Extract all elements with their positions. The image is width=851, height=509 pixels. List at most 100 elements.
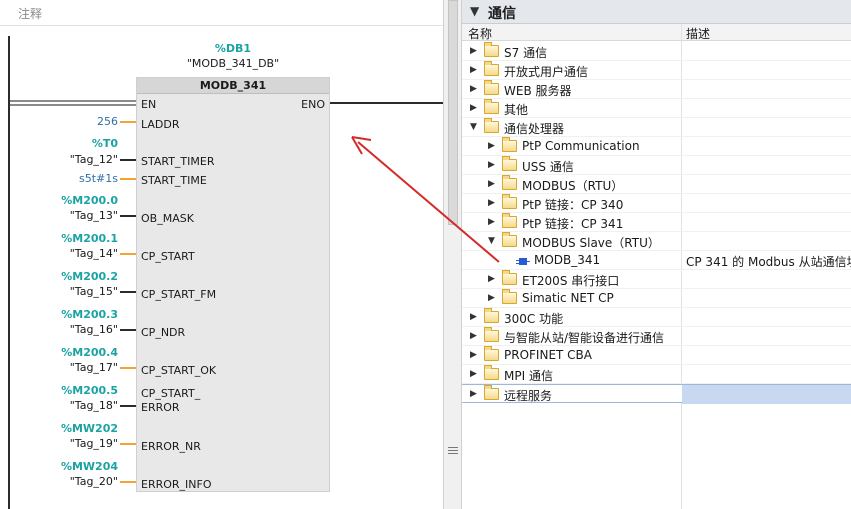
error-info-connector (120, 481, 136, 483)
tree-item-label: PtP 链接：CP 340 (522, 198, 624, 212)
tree-item[interactable]: ▶ 开放式用户通信 (462, 61, 851, 80)
tree-item[interactable]: ▶ MODBUS（RTU） (462, 175, 851, 194)
pin-cp-start-error-line2: ERROR (141, 401, 180, 414)
start-timer-tag[interactable]: "Tag_12" (0, 153, 118, 166)
expand-arrow-icon[interactable]: ▶ (470, 46, 477, 56)
tree-item-label: 其他 (504, 103, 529, 117)
cp-ndr-connector (120, 329, 136, 331)
tree-item[interactable]: ▶ ET200S 串行接口 (462, 270, 851, 289)
expand-arrow-icon[interactable]: ▶ (488, 141, 495, 151)
expand-arrow-icon[interactable]: ▶ (470, 389, 477, 399)
tree-item-label: MODBUS Slave（RTU） (522, 236, 660, 250)
expand-arrow-icon[interactable]: ▶ (488, 198, 495, 208)
cp-ndr-address[interactable]: %M200.3 (0, 308, 118, 321)
expand-arrow-icon[interactable]: ▶ (470, 369, 477, 379)
expand-arrow-icon[interactable]: ▶ (470, 331, 477, 341)
selection-highlight (682, 385, 851, 404)
folder-icon (484, 346, 499, 361)
cp-start-error-address[interactable]: %M200.5 (0, 384, 118, 397)
tree-item[interactable]: ▶ PtP 链接：CP 341 (462, 213, 851, 232)
folder-icon (484, 118, 499, 133)
cp-ndr-tag[interactable]: "Tag_16" (0, 323, 118, 336)
start-timer-address[interactable]: %T0 (0, 137, 118, 150)
expand-arrow-icon[interactable]: ▶ (488, 160, 495, 170)
chevron-down-icon[interactable]: ▼ (470, 4, 479, 18)
expand-arrow-icon[interactable]: ▶ (488, 179, 495, 189)
pin-eno: ENO (301, 98, 325, 111)
tree-item[interactable]: ▶ PtP 链接：CP 340 (462, 194, 851, 213)
tree-item-label: MODB_341 (534, 253, 601, 267)
pin-cp-start-fm: CP_START_FM (141, 288, 217, 301)
folder-icon (484, 61, 499, 76)
tree-item[interactable]: ▶ 与智能从站/智能设备进行通信 (462, 327, 851, 346)
tree-item[interactable]: ▼ 通信处理器 (462, 118, 851, 137)
expand-arrow-icon[interactable]: ▶ (488, 217, 495, 227)
expand-arrow-icon[interactable]: ▶ (470, 103, 477, 113)
panel-header[interactable]: ▼ 通信 (462, 0, 851, 24)
expand-arrow-icon[interactable]: ▶ (470, 350, 477, 360)
cp-start-ok-address[interactable]: %M200.4 (0, 346, 118, 359)
grip-icon[interactable] (448, 445, 458, 457)
scrollbar-thumb[interactable] (448, 0, 458, 225)
cp-start-fm-tag[interactable]: "Tag_15" (0, 285, 118, 298)
expand-arrow-icon[interactable]: ▶ (470, 312, 477, 322)
folder-icon (502, 175, 517, 190)
tree-item[interactable]: ▶ USS 通信 (462, 156, 851, 175)
laddr-connector (120, 121, 136, 123)
instance-db-address[interactable]: %DB1 (133, 42, 333, 55)
folder-icon (484, 308, 499, 323)
column-name-header[interactable]: 名称 (468, 25, 492, 42)
folder-icon (484, 42, 499, 57)
pin-cp-ndr: CP_NDR (141, 326, 186, 339)
error-info-tag[interactable]: "Tag_20" (0, 475, 118, 488)
tree-item-label: S7 通信 (504, 46, 548, 60)
collapse-arrow-icon[interactable]: ▼ (488, 236, 495, 246)
function-block[interactable]: MODB_341 EN ENO LADDR START_TIMER START_… (136, 77, 330, 492)
expand-arrow-icon[interactable]: ▶ (470, 84, 477, 94)
tree-item-label: MPI 通信 (504, 369, 553, 383)
collapse-arrow-icon[interactable]: ▼ (470, 122, 477, 132)
start-time-connector (120, 178, 136, 180)
ob-mask-connector (120, 215, 136, 217)
expand-arrow-icon[interactable]: ▶ (488, 274, 495, 284)
tree-item-label: USS 通信 (522, 160, 574, 174)
ladder-editor[interactable]: 注释 %DB1 "MODB_341_DB" MODB_341 EN ENO LA… (0, 0, 443, 509)
tree-item[interactable]: ▶ MPI 通信 (462, 365, 851, 384)
ob-mask-tag[interactable]: "Tag_13" (0, 209, 118, 222)
tree-item[interactable]: ▶ 300C 功能 (462, 308, 851, 327)
error-info-address[interactable]: %MW204 (0, 460, 118, 473)
cp-start-error-connector (120, 405, 136, 407)
cp-start-ok-connector (120, 367, 136, 369)
cp-start-ok-tag[interactable]: "Tag_17" (0, 361, 118, 374)
tree-item[interactable]: MODB_341 CP 341 的 Modbus 从站通信块 (462, 251, 851, 270)
network-comment[interactable]: 注释 (0, 0, 443, 26)
cp-start-fm-address[interactable]: %M200.2 (0, 270, 118, 283)
panel-splitter[interactable] (443, 0, 462, 509)
tree-item[interactable]: ▼ MODBUS Slave（RTU） (462, 232, 851, 251)
ob-mask-address[interactable]: %M200.0 (0, 194, 118, 207)
tree-item[interactable]: ▶ S7 通信 (462, 42, 851, 61)
cp-start-error-tag[interactable]: "Tag_18" (0, 399, 118, 412)
folder-icon (484, 99, 499, 114)
tree-item[interactable]: ▶ 远程服务 (462, 384, 851, 404)
cp-start-address[interactable]: %M200.1 (0, 232, 118, 245)
tree-item[interactable]: ▶ WEB 服务器 (462, 80, 851, 99)
pin-ob-mask: OB_MASK (141, 212, 194, 225)
expand-arrow-icon[interactable]: ▶ (470, 65, 477, 75)
tree-item[interactable]: ▶ PROFINET CBA (462, 346, 851, 365)
column-desc-header[interactable]: 描述 (686, 25, 710, 42)
start-time-value[interactable]: s5t#1s (0, 172, 118, 185)
error-nr-tag[interactable]: "Tag_19" (0, 437, 118, 450)
expand-arrow-icon[interactable]: ▶ (488, 293, 495, 303)
cp-start-connector (120, 253, 136, 255)
tree-item-label: 远程服务 (504, 389, 553, 403)
error-nr-address[interactable]: %MW202 (0, 422, 118, 435)
tree-item[interactable]: ▶ 其他 (462, 99, 851, 118)
laddr-value[interactable]: 256 (0, 115, 118, 128)
tree-item[interactable]: ▶ Simatic NET CP (462, 289, 851, 308)
tree-item[interactable]: ▶ PtP Communication (462, 137, 851, 156)
cp-start-tag[interactable]: "Tag_14" (0, 247, 118, 260)
tree-item-label: WEB 服务器 (504, 84, 572, 98)
instance-db-name[interactable]: "MODB_341_DB" (133, 57, 333, 70)
folder-icon (502, 137, 517, 152)
